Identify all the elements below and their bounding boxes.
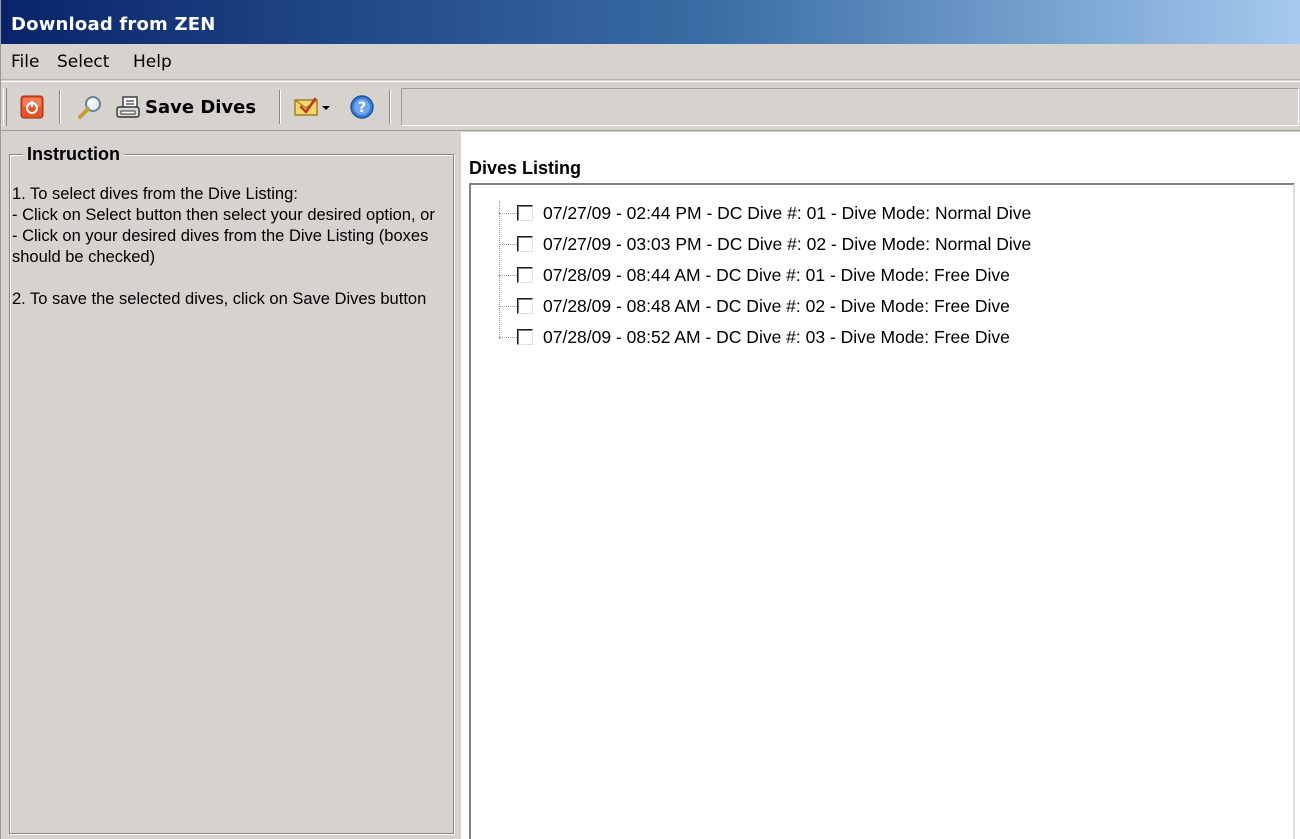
dive-label[interactable]: 07/27/09 - 02:44 PM - DC Dive #: 01 - Di… [543, 203, 1031, 224]
instruction-panel: Instruction 1. To select dives from the … [1, 132, 461, 839]
dive-item[interactable]: 07/28/09 - 08:44 AM - DC Dive #: 01 - Di… [499, 261, 1010, 289]
dive-checkbox[interactable] [517, 267, 533, 283]
dive-item[interactable]: 07/27/09 - 02:44 PM - DC Dive #: 01 - Di… [499, 199, 1031, 227]
dive-checkbox[interactable] [517, 329, 533, 345]
instruction-line: 1. To select dives from the Dive Listing… [12, 185, 298, 203]
dive-label[interactable]: 07/28/09 - 08:52 AM - DC Dive #: 03 - Di… [543, 327, 1010, 348]
dives-listing-heading: Dives Listing [469, 158, 582, 178]
dive-checkbox[interactable] [517, 205, 533, 221]
instruction-spacer [12, 268, 452, 289]
instruction-title: Instruction [23, 144, 124, 165]
dive-item[interactable]: 07/27/09 - 03:03 PM - DC Dive #: 02 - Di… [499, 230, 1031, 258]
dive-label[interactable]: 07/28/09 - 08:44 AM - DC Dive #: 01 - Di… [543, 265, 1010, 286]
menu-bar: File Select Help [1, 44, 1300, 80]
dives-listing-tree[interactable]: 07/27/09 - 02:44 PM - DC Dive #: 01 - Di… [469, 183, 1295, 839]
select-dropdown-icon [293, 95, 333, 119]
help-icon: ? [349, 94, 375, 120]
select-dropdown-button[interactable] [291, 90, 335, 124]
dive-checkbox[interactable] [517, 298, 533, 314]
help-button[interactable]: ? [345, 90, 379, 124]
save-icon [115, 95, 141, 119]
title-bar[interactable]: Download from ZEN [1, 0, 1300, 44]
save-dives-button[interactable]: Save Dives [115, 90, 271, 124]
dive-checkbox[interactable] [517, 236, 533, 252]
window-title: Download from ZEN [11, 14, 216, 35]
toolbar-separator [389, 90, 391, 124]
menu-select[interactable]: Select [57, 52, 109, 72]
search-button[interactable] [73, 90, 107, 124]
svg-text:?: ? [358, 100, 366, 116]
instruction-line: - Click on your desired dives from the D… [12, 227, 429, 266]
toolbar-separator [59, 90, 61, 124]
toolbar-separator [279, 90, 281, 124]
power-icon [20, 95, 44, 119]
instruction-line: - Click on Select button then select you… [12, 206, 435, 224]
toolbar-empty-area [401, 88, 1299, 126]
dive-label[interactable]: 07/28/09 - 08:48 AM - DC Dive #: 02 - Di… [543, 296, 1010, 317]
dive-item[interactable]: 07/28/09 - 08:48 AM - DC Dive #: 02 - Di… [499, 292, 1010, 320]
app-window: Download from ZEN File Select Help Save … [0, 0, 1300, 839]
dive-item[interactable]: 07/28/09 - 08:52 AM - DC Dive #: 03 - Di… [499, 323, 1010, 351]
save-dives-label: Save Dives [145, 96, 257, 118]
dive-label[interactable]: 07/27/09 - 03:03 PM - DC Dive #: 02 - Di… [543, 234, 1031, 255]
search-icon [77, 94, 103, 120]
instruction-line: 2. To save the selected dives, click on … [12, 290, 427, 308]
toolbar: Save Dives ? [1, 81, 1300, 131]
toolbar-grip[interactable] [3, 88, 7, 126]
power-button[interactable] [15, 90, 49, 124]
menu-file[interactable]: File [11, 52, 39, 72]
dives-panel: Dives Listing 07/27/09 - 02:44 PM - DC D… [461, 132, 1300, 839]
instruction-text: 1. To select dives from the Dive Listing… [12, 184, 452, 310]
menu-help[interactable]: Help [133, 52, 172, 72]
